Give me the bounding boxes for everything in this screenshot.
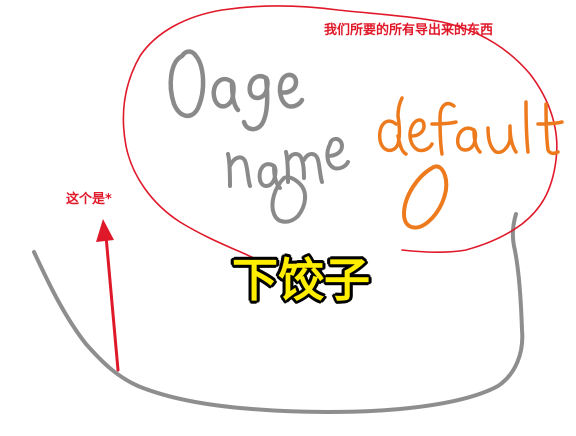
exports-annotation: 我们所要的所有导出来的东西	[324, 23, 494, 38]
handwriting-name: name	[226, 137, 350, 190]
handwriting-default: default	[377, 96, 564, 156]
selection-loop	[122, 5, 558, 259]
sketch-canvas: 0age name 0 default 0	[32, 5, 564, 414]
handwriting-name-index: 0	[270, 175, 307, 224]
this-is-annotation: 这个是*	[66, 192, 112, 207]
red-arrow-head	[96, 219, 114, 242]
dumplings-label: 下饺子	[232, 253, 370, 307]
handwriting-age: 0age	[168, 49, 305, 132]
handwriting-default-index: 0	[402, 164, 449, 230]
red-arrow-shaft	[104, 234, 120, 372]
